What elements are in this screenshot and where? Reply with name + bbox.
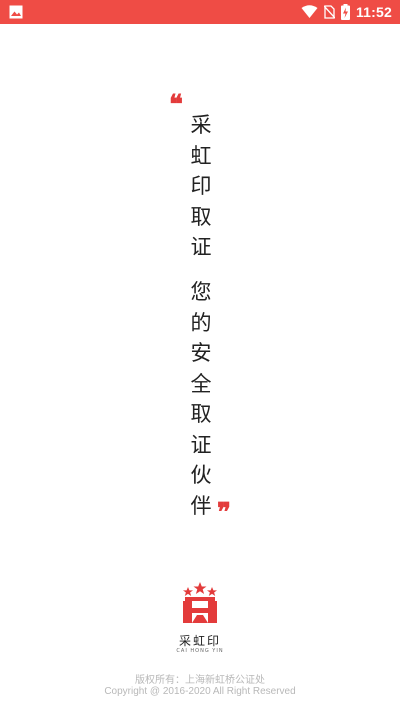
no-sim-icon bbox=[323, 5, 335, 19]
copyright-en: Copyright @ 2016-2020 All Right Reserved bbox=[104, 686, 296, 697]
logo-name: 采虹印 bbox=[178, 634, 221, 648]
slogan-char: 的 bbox=[190, 310, 212, 335]
slogan-char: 全 bbox=[190, 371, 212, 396]
copyright-cn: 版权所有：上海新虹桥公证处 bbox=[135, 675, 265, 686]
slogan-char: 您 bbox=[190, 280, 212, 304]
slogan-char: 取 bbox=[190, 402, 212, 426]
quote-close-icon: ❞ bbox=[217, 498, 231, 528]
wifi-icon bbox=[301, 5, 318, 18]
slogan-char: 取 bbox=[190, 204, 212, 229]
slogan-char: 证 bbox=[190, 432, 212, 457]
slogan-char: 安 bbox=[190, 341, 212, 365]
slogan-char: 虹 bbox=[190, 143, 212, 168]
slogan-char: 采 bbox=[190, 113, 212, 137]
status-icons: 11:52 bbox=[301, 0, 392, 24]
logo-icon bbox=[183, 582, 217, 623]
quote-open-icon: ❝ bbox=[169, 90, 183, 120]
gallery-icon bbox=[9, 5, 23, 19]
logo-pinyin: CAI HONG YIN bbox=[176, 648, 224, 654]
slogan-char: 伴 bbox=[190, 493, 212, 518]
battery-charging-icon bbox=[340, 4, 350, 20]
slogan-line-1: 采 虹 印 取 证 bbox=[188, 110, 214, 263]
status-bar: 11:52 bbox=[0, 0, 400, 24]
slogan-line-2: 您 的 安 全 取 证 伙 伴 bbox=[188, 277, 214, 521]
slogan-char: 印 bbox=[190, 174, 212, 198]
slogan-char: 伙 bbox=[190, 463, 212, 487]
slogan-char: 证 bbox=[190, 235, 212, 259]
status-time: 11:52 bbox=[355, 4, 392, 20]
